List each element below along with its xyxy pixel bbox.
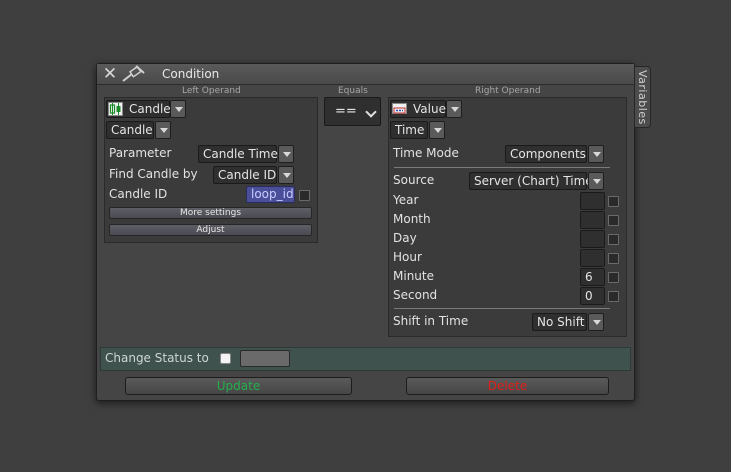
variables-side-tab[interactable]: Variables: [634, 66, 651, 128]
month-label: Month: [393, 212, 431, 226]
shift-in-time-dropdown-button[interactable]: [588, 313, 604, 331]
left-operand-caption: Left Operand: [182, 86, 241, 96]
parameter-select[interactable]: Candle Time: [198, 145, 278, 163]
chevron-down-icon: [365, 106, 377, 118]
divider: [394, 308, 610, 309]
status-color-field[interactable]: [240, 350, 290, 367]
update-button[interactable]: Update: [125, 377, 352, 395]
shift-in-time-value: No Shift: [537, 315, 585, 329]
candle-icon: [108, 102, 123, 116]
candle-id-label: Candle ID: [109, 187, 168, 201]
source-label: Source: [393, 173, 435, 187]
parameter-value: Candle Time: [203, 147, 278, 161]
year-input[interactable]: [580, 192, 605, 210]
value-icon: [392, 103, 407, 114]
time-mode-value: Components: [510, 147, 586, 161]
right-type-dropdown-button[interactable]: [446, 100, 462, 118]
month-checkbox[interactable]: [608, 215, 619, 226]
parameter-label: Parameter: [109, 146, 172, 160]
second-input[interactable]: 0: [580, 287, 605, 305]
candle-id-variable-chip[interactable]: loop_id: [246, 186, 295, 203]
find-candle-dropdown-button[interactable]: [278, 166, 294, 184]
left-sub-select[interactable]: Candle: [106, 121, 154, 139]
hour-input[interactable]: [580, 249, 605, 267]
minute-input[interactable]: 6: [580, 268, 605, 286]
day-label: Day: [393, 231, 417, 245]
left-sub-value: Candle: [111, 123, 153, 137]
minute-label: Minute: [393, 269, 434, 283]
second-label: Second: [393, 288, 438, 302]
dialog-title: Condition: [162, 67, 220, 81]
left-type-value: Candle: [129, 102, 171, 116]
change-status-checkbox[interactable]: [220, 353, 231, 364]
time-mode-dropdown-button[interactable]: [588, 145, 604, 163]
source-select[interactable]: Server (Chart) Time: [469, 172, 593, 190]
source-value: Server (Chart) Time: [474, 174, 593, 188]
adjust-button[interactable]: Adjust: [109, 224, 312, 236]
left-type-dropdown-button[interactable]: [170, 100, 186, 118]
pin-icon[interactable]: [120, 65, 146, 83]
variables-tab-label: Variables: [636, 70, 649, 125]
find-candle-value: Candle ID: [218, 168, 277, 182]
parameter-dropdown-button[interactable]: [278, 145, 294, 163]
time-mode-label: Time Mode: [393, 146, 459, 160]
right-sub-dropdown-button[interactable]: [429, 121, 445, 139]
operator-value: ==: [335, 104, 357, 119]
close-icon[interactable]: ✕: [102, 66, 118, 83]
find-candle-label: Find Candle by: [109, 167, 198, 181]
equals-caption: Equals: [338, 86, 368, 96]
divider: [394, 167, 610, 168]
time-mode-select[interactable]: Components: [505, 145, 587, 163]
change-status-label: Change Status to: [105, 351, 209, 365]
year-label: Year: [393, 193, 419, 207]
operator-select[interactable]: ==: [324, 97, 381, 126]
right-operand-caption: Right Operand: [475, 86, 541, 96]
right-sub-select[interactable]: Time: [390, 121, 428, 139]
minute-checkbox[interactable]: [608, 272, 619, 283]
more-settings-button[interactable]: More settings: [109, 207, 312, 219]
candle-id-checkbox[interactable]: [299, 190, 310, 201]
left-sub-dropdown-button[interactable]: [155, 121, 171, 139]
month-input[interactable]: [580, 211, 605, 229]
shift-in-time-label: Shift in Time: [393, 314, 469, 328]
hour-checkbox[interactable]: [608, 253, 619, 264]
second-checkbox[interactable]: [608, 291, 619, 302]
day-input[interactable]: [580, 230, 605, 248]
year-checkbox[interactable]: [608, 196, 619, 207]
shift-in-time-select[interactable]: No Shift: [532, 313, 587, 331]
find-candle-select[interactable]: Candle ID: [213, 166, 277, 184]
hour-label: Hour: [393, 250, 422, 264]
right-sub-value: Time: [395, 123, 425, 137]
delete-button[interactable]: Delete: [406, 377, 609, 395]
day-checkbox[interactable]: [608, 234, 619, 245]
source-dropdown-button[interactable]: [588, 172, 604, 190]
right-type-value: Value: [413, 102, 446, 116]
